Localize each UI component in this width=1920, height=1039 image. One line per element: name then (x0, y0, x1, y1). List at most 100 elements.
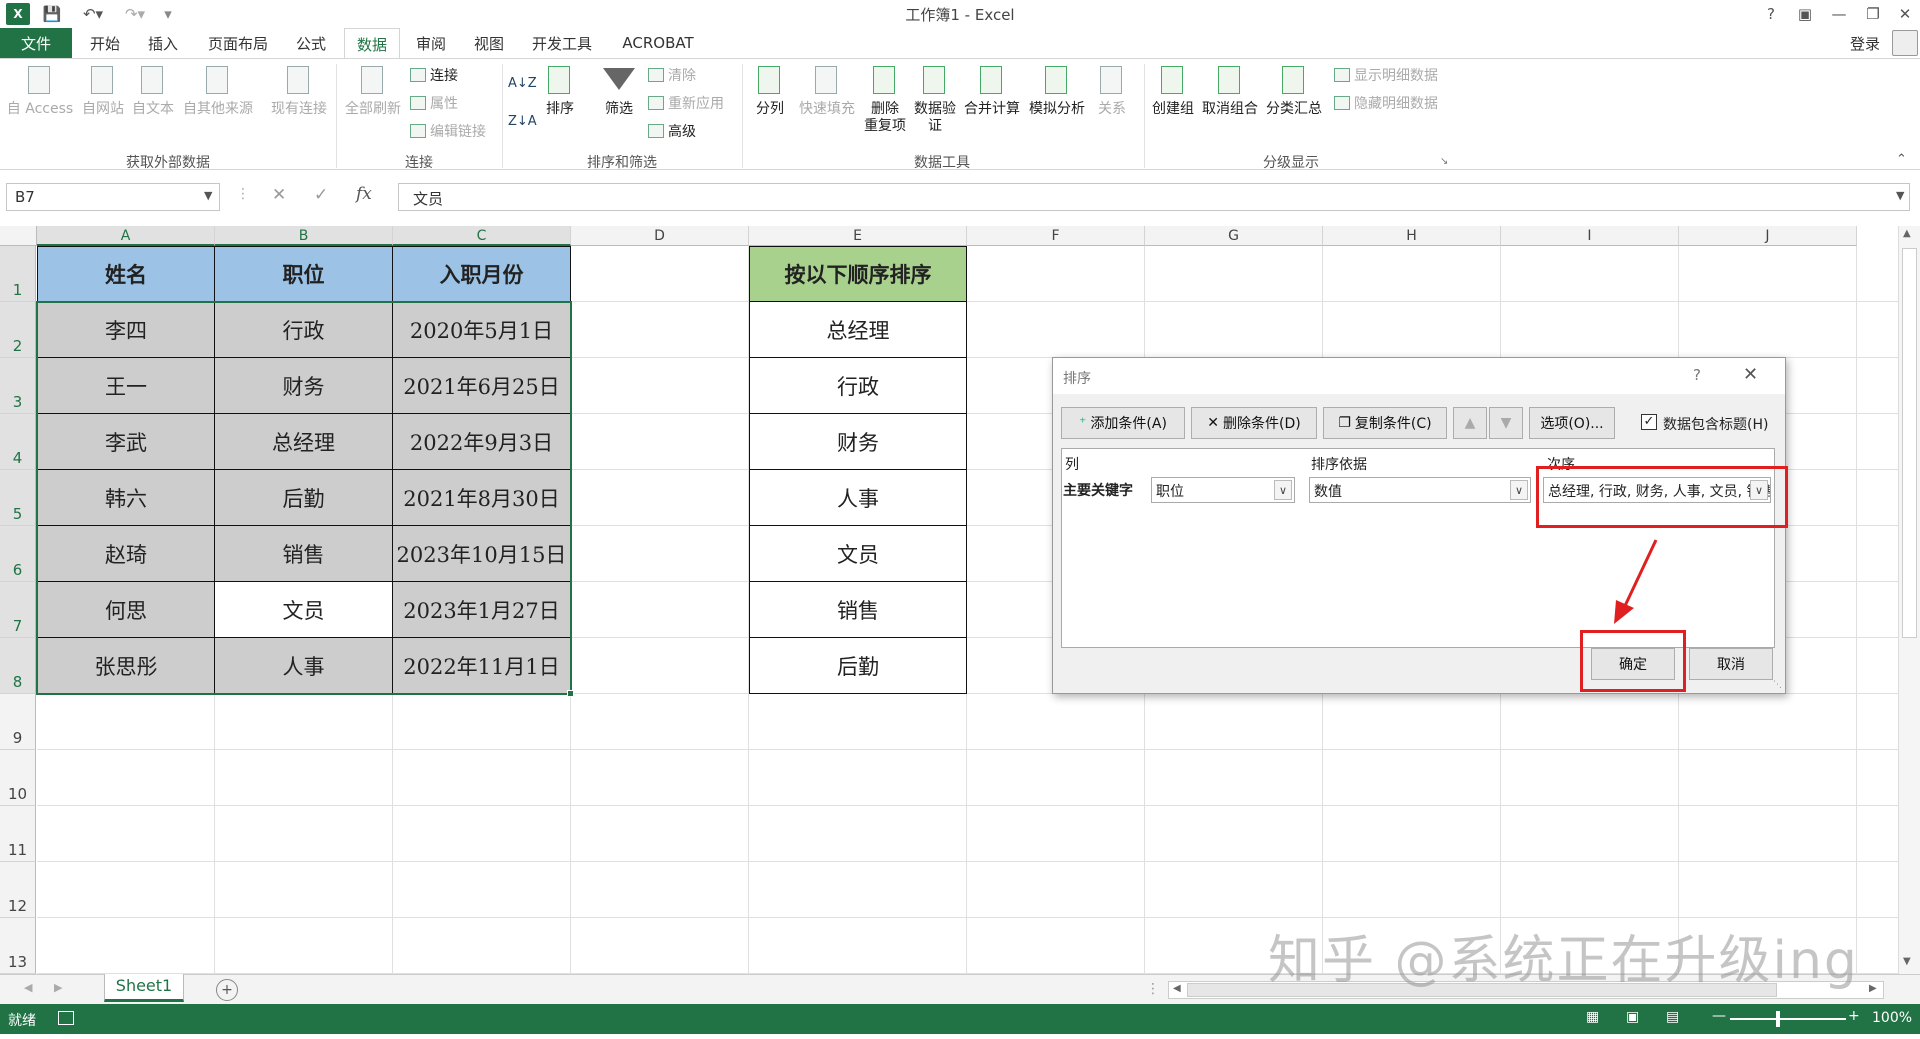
existing-connections-button[interactable]: 现有连接 (266, 64, 332, 118)
advanced-filter-button[interactable]: 高级 (648, 120, 696, 142)
row-header-8[interactable]: 8 (0, 638, 36, 694)
order-list-item[interactable]: 文员 (749, 526, 967, 582)
text-to-columns-button[interactable]: 分列 (748, 64, 792, 118)
from-text-button[interactable]: 自文本 (128, 64, 178, 118)
relationships-button[interactable]: 关系 (1090, 64, 1134, 118)
tab-formulas[interactable]: 公式 (286, 28, 336, 58)
hide-detail-button[interactable]: 隐藏明细数据 (1334, 92, 1438, 114)
row-header-10[interactable]: 10 (0, 750, 36, 806)
zoom-out-icon[interactable]: — (1712, 1008, 1726, 1024)
sheet-tab-sheet1[interactable]: Sheet1 (104, 974, 184, 1002)
tab-file[interactable]: 文件 (0, 28, 72, 58)
table-header-cell[interactable]: 职位 (215, 246, 393, 302)
table-header-cell[interactable]: 入职月份 (393, 246, 571, 302)
properties-button[interactable]: 属性 (410, 92, 458, 114)
move-down-button[interactable]: ▼ (1489, 407, 1523, 439)
zoom-slider-thumb[interactable] (1776, 1011, 1780, 1027)
options-button[interactable]: 选项(O)... (1529, 407, 1615, 439)
sort-asc-button[interactable]: A↓Z (508, 72, 537, 94)
row-header-11[interactable]: 11 (0, 806, 36, 862)
sort-desc-button[interactable]: Z↓A (508, 110, 537, 132)
row-header-6[interactable]: 6 (0, 526, 36, 582)
from-access-button[interactable]: 自 Access (4, 64, 76, 118)
scroll-down-icon[interactable]: ▼ (1903, 956, 1911, 967)
tab-developer[interactable]: 开发工具 (522, 28, 602, 58)
ungroup-button[interactable]: 取消组合 (1198, 64, 1262, 118)
scroll-up-icon[interactable]: ▲ (1903, 228, 1911, 239)
flash-fill-button[interactable]: 快速填充 (794, 64, 860, 118)
order-list-item[interactable]: 行政 (749, 358, 967, 414)
order-list-item[interactable]: 后勤 (749, 638, 967, 694)
has-headers-checkbox[interactable]: ✓ (1641, 414, 1657, 430)
column-header-j[interactable]: J (1679, 226, 1857, 246)
order-list-item[interactable]: 销售 (749, 582, 967, 638)
group-button[interactable]: 创建组 (1148, 64, 1198, 118)
column-header-i[interactable]: I (1501, 226, 1679, 246)
move-up-button[interactable]: ▲ (1453, 407, 1487, 439)
column-header-d[interactable]: D (571, 226, 749, 246)
reapply-button[interactable]: 重新应用 (648, 92, 724, 114)
row-header-3[interactable]: 3 (0, 358, 36, 414)
connections-button[interactable]: 连接 (410, 64, 458, 86)
dialog-close-icon[interactable]: ✕ (1743, 364, 1758, 385)
zoom-slider[interactable] (1730, 1018, 1846, 1020)
close-icon[interactable]: ✕ (1890, 2, 1920, 26)
column-header-a[interactable]: A (37, 226, 215, 246)
row-header-13[interactable]: 13 (0, 918, 36, 974)
vertical-scrollbar[interactable]: ▲ ▼ (1898, 226, 1920, 974)
table-header-cell[interactable]: 姓名 (37, 246, 215, 302)
page-layout-view-icon[interactable]: ▣ (1626, 1009, 1639, 1025)
from-web-button[interactable]: 自网站 (78, 64, 128, 118)
tab-data[interactable]: 数据 (344, 28, 400, 59)
scroll-right-icon[interactable]: ▶ (1869, 983, 1877, 994)
order-list-header[interactable]: 按以下顺序排序 (749, 246, 967, 302)
tab-view[interactable]: 视图 (464, 28, 514, 58)
column-header-e[interactable]: E (749, 226, 967, 246)
cancel-entry-icon[interactable]: ✕ (272, 185, 286, 205)
zoom-level[interactable]: 100% (1872, 1010, 1912, 1026)
help-icon[interactable]: ? (1756, 2, 1786, 26)
edit-links-button[interactable]: 编辑链接 (410, 120, 486, 142)
name-box[interactable]: B7 (6, 183, 220, 211)
scroll-left-icon[interactable]: ◀ (1173, 983, 1181, 994)
next-sheet-icon[interactable]: ▶ (54, 981, 62, 994)
row-header-12[interactable]: 12 (0, 862, 36, 918)
sort-on-select[interactable]: 数值 ∨ (1309, 477, 1531, 503)
zoom-in-icon[interactable]: + (1848, 1008, 1860, 1024)
tab-insert[interactable]: 插入 (138, 28, 188, 58)
show-detail-button[interactable]: 显示明细数据 (1334, 64, 1438, 86)
insert-function-icon[interactable]: fx (356, 184, 372, 204)
resize-grip-icon[interactable]: ⋱ (1773, 680, 1782, 690)
order-list-item[interactable]: 人事 (749, 470, 967, 526)
row-header-5[interactable]: 5 (0, 470, 36, 526)
remove-duplicates-button[interactable]: 删除 重复项 (860, 64, 910, 135)
row-header-2[interactable]: 2 (0, 302, 36, 358)
sign-in-link[interactable]: 登录 (1842, 28, 1888, 58)
vertical-scroll-thumb[interactable] (1902, 248, 1917, 638)
collapse-ribbon-icon[interactable]: ⌃ (1896, 152, 1907, 167)
data-validation-button[interactable]: 数据验证 (910, 64, 960, 135)
column-header-b[interactable]: B (215, 226, 393, 246)
what-if-analysis-button[interactable]: 模拟分析 (1024, 64, 1090, 118)
subtotal-button[interactable]: 分类汇总 (1262, 64, 1326, 118)
normal-view-icon[interactable]: ▦ (1586, 1009, 1599, 1025)
refresh-all-button[interactable]: 全部刷新 (340, 64, 406, 118)
row-header-4[interactable]: 4 (0, 414, 36, 470)
restore-icon[interactable]: ❐ (1858, 2, 1888, 26)
macro-record-icon[interactable] (58, 1011, 74, 1025)
tab-acrobat[interactable]: ACROBAT (612, 28, 704, 58)
row-header-1[interactable]: 1 (0, 246, 36, 302)
consolidate-button[interactable]: 合并计算 (960, 64, 1024, 118)
column-header-f[interactable]: F (967, 226, 1145, 246)
row-header-9[interactable]: 9 (0, 694, 36, 750)
formula-input[interactable]: 文员 (398, 183, 1910, 211)
add-level-button[interactable]: ⁺ 添加条件(A) (1061, 407, 1185, 439)
new-sheet-icon[interactable]: + (216, 979, 238, 1001)
order-list-item[interactable]: 总经理 (749, 302, 967, 358)
row-header-7[interactable]: 7 (0, 582, 36, 638)
tab-home[interactable]: 开始 (80, 28, 130, 58)
select-all-corner[interactable] (0, 226, 37, 246)
prev-sheet-icon[interactable]: ◀ (24, 981, 32, 994)
confirm-entry-icon[interactable]: ✓ (314, 185, 328, 205)
copy-level-button[interactable]: ❐ 复制条件(C) (1323, 407, 1447, 439)
